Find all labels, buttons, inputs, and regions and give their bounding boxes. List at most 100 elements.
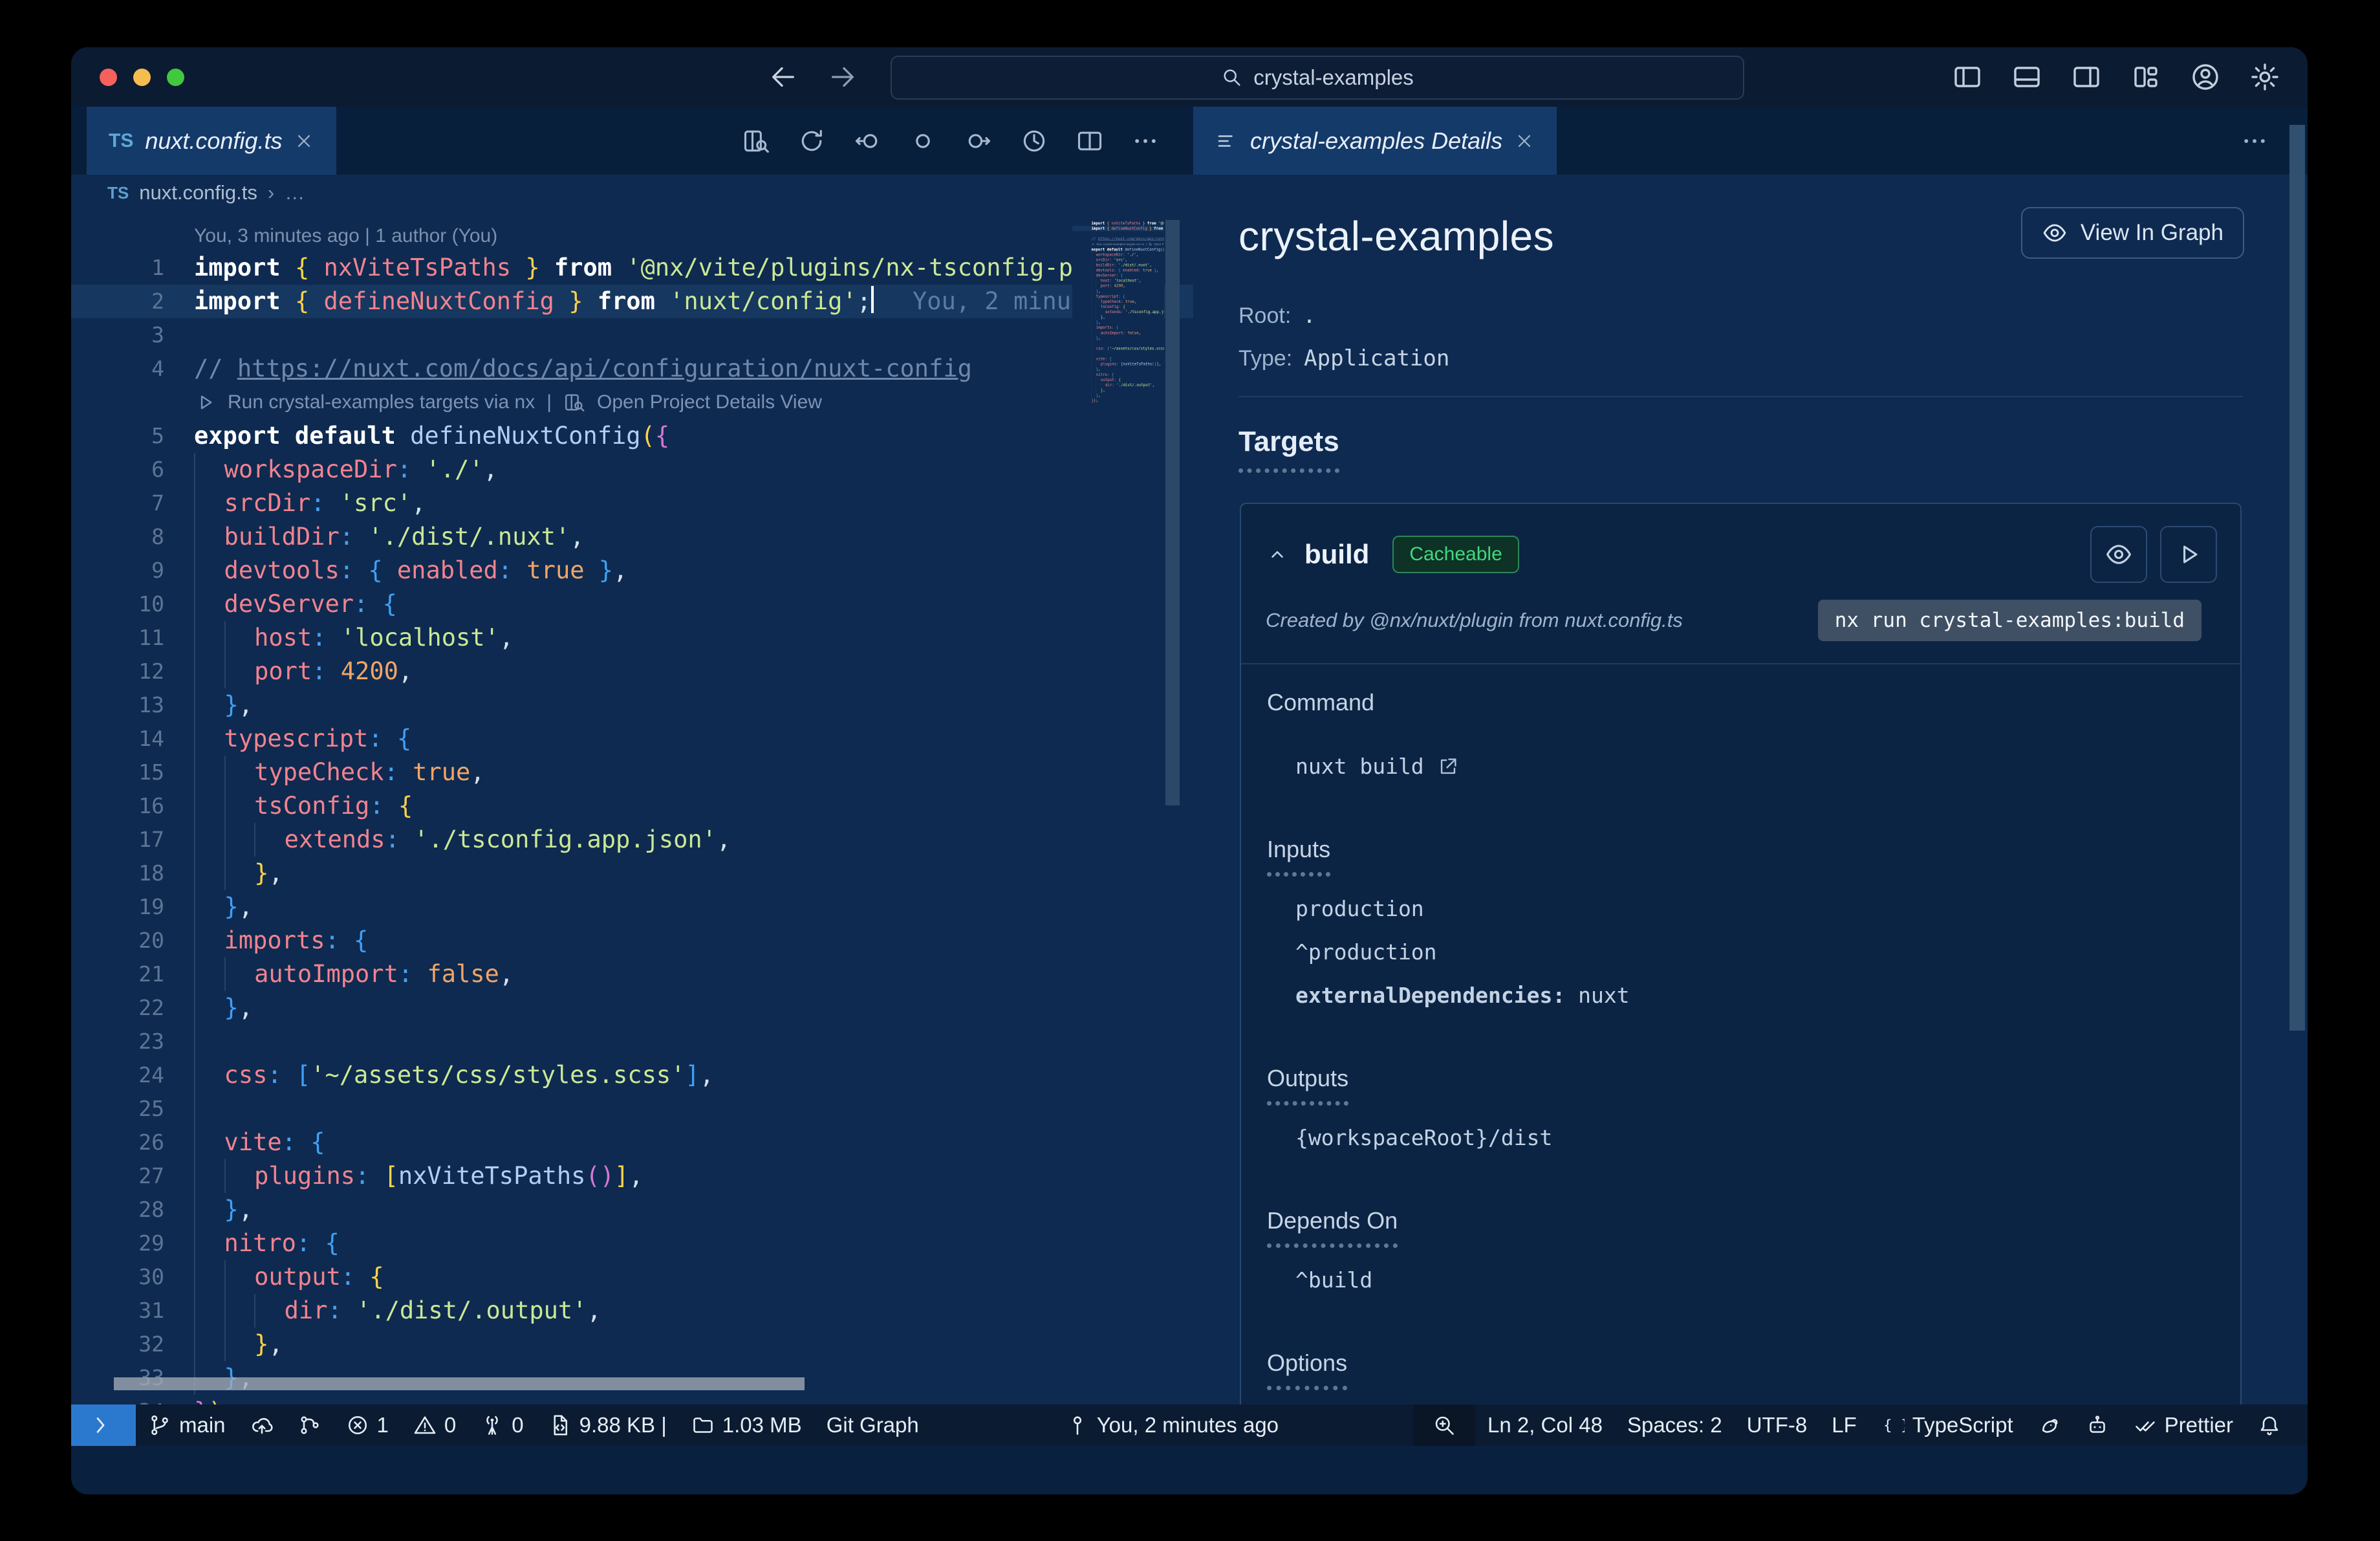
code-line[interactable]: 23: [71, 1025, 1193, 1058]
collapse-target-icon[interactable]: [1266, 543, 1289, 566]
close-tab-icon[interactable]: [294, 131, 314, 151]
code-line[interactable]: 4// https://nuxt.com/docs/api/configurat…: [71, 352, 1193, 386]
code-line[interactable]: 7srcDir: 'src',: [71, 486, 1193, 520]
status-language-mode[interactable]: { } TypeScript: [1869, 1404, 2026, 1446]
code-line[interactable]: 19},: [1072, 320, 1164, 325]
panel-scrollbar[interactable]: [2289, 125, 2305, 1031]
circle-arrow-right-icon[interactable]: [964, 127, 993, 155]
project-details-icon[interactable]: [1149, 243, 1152, 246]
circle-arrow-left-icon[interactable]: [853, 127, 882, 155]
code-line[interactable]: 2import { defineNuxtConfig } from 'nuxt/…: [71, 285, 1193, 318]
code-line[interactable]: 13},: [71, 688, 1193, 722]
code-line[interactable]: 30output: {: [1072, 377, 1164, 382]
status-file-size[interactable]: 9.88 KB |: [536, 1404, 679, 1446]
code-line[interactable]: 21autoImport: false,: [71, 957, 1193, 991]
code-line[interactable]: 34});: [1072, 398, 1164, 403]
more-actions-icon[interactable]: [2240, 127, 2269, 155]
code-line[interactable]: 27plugins: [nxViteTsPaths()],: [71, 1159, 1193, 1193]
code-line[interactable]: 26vite: {: [71, 1126, 1193, 1159]
status-indentation[interactable]: Spaces: 2: [1615, 1404, 1735, 1446]
code-line[interactable]: 31dir: './dist/.output',: [1072, 382, 1164, 388]
code-line[interactable]: 15typeCheck: true,: [71, 756, 1193, 789]
minimize-window-button[interactable]: [133, 69, 151, 86]
codelens-open-link[interactable]: Open Project Details View: [1154, 241, 1164, 246]
code-line[interactable]: 25: [71, 1092, 1193, 1126]
code-line[interactable]: 14typescript: {: [71, 722, 1193, 756]
code-line[interactable]: 4// https://nuxt.com/docs/api/configurat…: [1072, 236, 1164, 241]
status-zoom-indicator[interactable]: [1412, 1404, 1475, 1446]
view-target-in-graph-button[interactable]: [2090, 526, 2147, 583]
account-icon[interactable]: [2190, 61, 2221, 93]
code-line[interactable]: 12port: 4200,: [1072, 283, 1164, 289]
status-cursor-position[interactable]: Ln 2, Col 48: [1475, 1404, 1615, 1446]
status-publish-changes[interactable]: [238, 1404, 286, 1446]
circle-icon[interactable]: [909, 127, 937, 155]
code-line[interactable]: 8buildDir: './dist/.nuxt',: [1072, 262, 1164, 268]
code-line[interactable]: 33},: [1072, 393, 1164, 399]
status-source-control-graph[interactable]: [286, 1404, 334, 1446]
code-line[interactable]: 7srcDir: 'src',: [1072, 257, 1164, 263]
project-details-icon[interactable]: [563, 391, 585, 413]
status-encoding[interactable]: UTF-8: [1735, 1404, 1820, 1446]
code-line[interactable]: 6workspaceDir: './',: [71, 453, 1193, 486]
code-line[interactable]: 28},: [71, 1193, 1193, 1227]
code-line[interactable]: 8buildDir: './dist/.nuxt',: [71, 520, 1193, 554]
run-target-button[interactable]: [2160, 526, 2217, 583]
breadcrumb[interactable]: TS nuxt.config.ts › …: [71, 175, 1193, 211]
code-line[interactable]: 1 import { nxViteTsPaths } from '@nx/vite…: [71, 251, 1193, 285]
run-command-chip[interactable]: nx run crystal-examples:build: [1817, 600, 2202, 641]
minimap[interactable]: You, 3 minutes ago | 1 author (You)1impo…: [1072, 216, 1164, 682]
code-line[interactable]: 17extends: './tsconfig.app.json',: [1072, 309, 1164, 315]
tab-nuxt-config[interactable]: TS nuxt.config.ts: [87, 107, 337, 175]
preview-details-icon[interactable]: [742, 127, 770, 155]
code-line[interactable]: 22},: [71, 991, 1193, 1025]
code-line[interactable]: 24 css: ['~/assets/css/styles.scss'],: [71, 1058, 1193, 1092]
code-line[interactable]: 18},: [71, 857, 1193, 890]
codelens-run-link[interactable]: Run crystal-examples targets via nx: [228, 386, 535, 419]
status-errors[interactable]: 1: [334, 1404, 401, 1446]
go-forward-icon[interactable]: [828, 62, 858, 92]
code-line[interactable]: 20imports: {: [1072, 325, 1164, 331]
maximize-window-button[interactable]: [167, 69, 184, 86]
code-line[interactable]: 31dir: './dist/.output',: [71, 1294, 1193, 1328]
code-line[interactable]: 17extends: './tsconfig.app.json',: [71, 823, 1193, 857]
code-line[interactable]: 9devtools: { enabled: true },: [71, 554, 1193, 587]
status-prettier[interactable]: Prettier: [2121, 1404, 2245, 1446]
status-git-branch[interactable]: main: [136, 1404, 238, 1446]
command-center-search[interactable]: crystal-examples: [891, 56, 1744, 100]
status-notifications[interactable]: [2245, 1404, 2293, 1446]
code-line[interactable]: 29 nitro: {: [71, 1227, 1193, 1260]
code-line[interactable]: 21autoImport: false,: [1072, 330, 1164, 336]
code-line[interactable]: 14typescript: {: [1072, 293, 1164, 300]
status-remote-indicator[interactable]: [71, 1404, 136, 1446]
code-line[interactable]: 5export default defineNuxtConfig({: [1072, 246, 1164, 252]
code-line[interactable]: 9devtools: { enabled: true },: [1072, 267, 1164, 273]
code-line[interactable]: 28},: [1072, 366, 1164, 372]
status-git-graph-launcher[interactable]: Git Graph: [814, 1404, 931, 1446]
more-icon[interactable]: [1131, 127, 1160, 155]
code-editor[interactable]: You, 3 minutes ago | 1 author (You) 1 impo…: [71, 211, 1193, 1404]
close-tab-icon[interactable]: [1514, 131, 1535, 151]
status-forwarded-ports[interactable]: 0: [468, 1404, 536, 1446]
codelens-run-link[interactable]: Run crystal-examples targets via nx: [1097, 241, 1145, 246]
split-editor-icon[interactable]: [1076, 127, 1104, 155]
code-line[interactable]: 34});: [71, 1395, 1193, 1404]
code-line[interactable]: 30output: {: [71, 1260, 1193, 1294]
status-blame-status[interactable]: You, 2 minutes ago: [1054, 1404, 1291, 1446]
tab-project-details[interactable]: crystal-examples Details: [1193, 107, 1557, 175]
code-line[interactable]: 2import { defineNuxtConfig } from 'nuxt/…: [1072, 226, 1164, 232]
code-line[interactable]: 27plugins: [nxViteTsPaths()],: [1072, 361, 1164, 367]
code-line[interactable]: 6workspaceDir: './',: [1072, 252, 1164, 257]
code-line[interactable]: 3: [1072, 231, 1164, 236]
code-line[interactable]: 5export default defineNuxtConfig({: [71, 419, 1193, 453]
status-end-of-line[interactable]: LF: [1819, 1404, 1869, 1446]
code-line[interactable]: 25: [1072, 351, 1164, 356]
run-icon[interactable]: [1091, 243, 1094, 246]
code-line[interactable]: 11host: 'localhost',: [1072, 278, 1164, 283]
code-line[interactable]: 15typeCheck: true,: [1072, 299, 1164, 305]
code-line[interactable]: 16 tsConfig: {: [71, 789, 1193, 823]
code-line[interactable]: 19},: [71, 890, 1193, 924]
refresh-icon[interactable]: [797, 127, 826, 155]
code-line[interactable]: 22},: [1072, 335, 1164, 341]
code-line[interactable]: 26vite: {: [1072, 356, 1164, 362]
